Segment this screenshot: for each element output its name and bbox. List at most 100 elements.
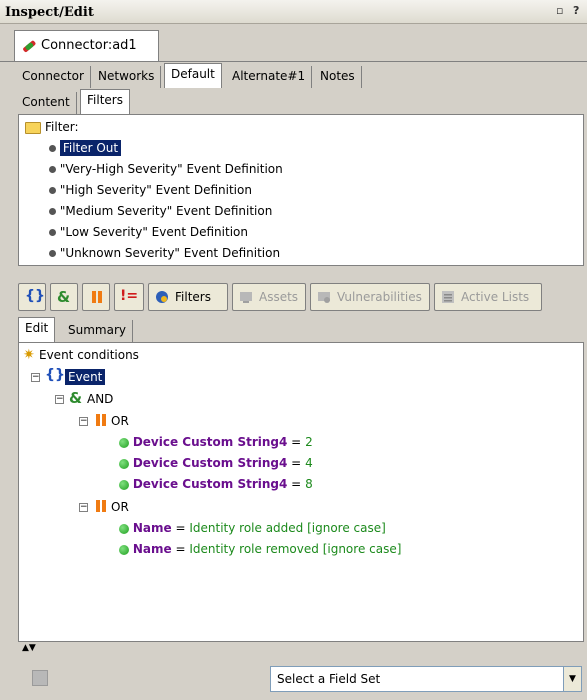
filter-item[interactable]: "Medium Severity" Event Definition xyxy=(49,204,272,218)
node-icon xyxy=(49,229,56,236)
condition-row[interactable]: Name = Identity role removed [ignore cas… xyxy=(119,542,401,556)
condition-icon xyxy=(119,458,129,469)
tab-content[interactable]: Content xyxy=(16,92,77,114)
assets-button-label: Assets xyxy=(259,290,299,304)
edit-tabs: Edit Summary xyxy=(18,316,584,342)
condition-field: Name xyxy=(132,521,172,535)
filter-item-label: "Unknown Severity" Event Definition xyxy=(59,246,281,260)
condition-field: Name xyxy=(132,542,172,556)
event-icon: {} xyxy=(45,367,65,383)
filter-item[interactable]: "Low Severity" Event Definition xyxy=(49,225,248,239)
condition-field: Device Custom String4 xyxy=(132,477,288,491)
condition-icon xyxy=(119,544,129,555)
condition-operator: = xyxy=(291,477,302,491)
main-tabs: Connector Networks Default Alternate#1 N… xyxy=(0,62,587,88)
or-node-label[interactable]: OR xyxy=(111,500,129,514)
condition-row[interactable]: Device Custom String4 = 4 xyxy=(119,456,313,470)
filter-item[interactable]: "Very-High Severity" Event Definition xyxy=(49,162,283,176)
node-icon xyxy=(49,250,56,257)
add-event-button[interactable]: {} xyxy=(18,283,46,311)
tab-connector[interactable]: Connector xyxy=(16,66,91,88)
active-lists-button[interactable]: Active Lists xyxy=(434,283,542,311)
assets-button[interactable]: Assets xyxy=(232,283,306,311)
condition-operator: = xyxy=(291,456,302,470)
add-or-button[interactable] xyxy=(82,283,110,311)
tab-default[interactable]: Default xyxy=(164,63,222,88)
bottom-splitter[interactable]: ▲▼ xyxy=(18,643,584,656)
not-icon: != xyxy=(120,288,139,304)
node-icon xyxy=(49,166,56,173)
condition-value: 8 xyxy=(305,477,313,491)
add-and-button[interactable]: & xyxy=(50,283,78,311)
condition-icon xyxy=(119,437,129,448)
node-icon xyxy=(49,208,56,215)
or-icon xyxy=(95,499,107,516)
window-titlebar: Inspect/Edit ▫ ? xyxy=(0,0,587,24)
sub-tabs: Content Filters xyxy=(0,88,587,114)
and-node-label[interactable]: AND xyxy=(87,392,113,406)
condition-value: Identity role added [ignore case] xyxy=(189,521,386,535)
field-set-value: Select a Field Set xyxy=(277,672,381,686)
tab-alternate1[interactable]: Alternate#1 xyxy=(226,66,313,88)
node-icon xyxy=(49,187,56,194)
collapse-icon[interactable]: − xyxy=(79,503,88,512)
filters-icon xyxy=(155,290,169,304)
filter-root-label: Filter: xyxy=(45,120,79,134)
tab-filters[interactable]: Filters xyxy=(80,89,130,114)
grid-icon[interactable] xyxy=(32,670,48,686)
bottom-bar: Select a Field Set ▼ xyxy=(18,658,584,700)
curly-braces-icon: {} xyxy=(25,288,45,304)
or-icon xyxy=(95,413,107,430)
condition-icon xyxy=(119,523,129,534)
folder-icon xyxy=(25,122,41,134)
add-not-button[interactable]: != xyxy=(114,283,144,311)
tab-networks[interactable]: Networks xyxy=(92,66,162,88)
tab-edit[interactable]: Edit xyxy=(18,317,56,342)
doc-tab-label: Connector:ad1 xyxy=(41,38,137,53)
filter-item[interactable]: Filter Out xyxy=(49,140,122,156)
condition-operator: = xyxy=(175,521,186,535)
restore-icon[interactable]: ▫ xyxy=(556,4,563,17)
and-icon: & xyxy=(69,389,83,407)
condition-field: Device Custom String4 xyxy=(132,456,288,470)
condition-value: 4 xyxy=(305,456,313,470)
tab-summary[interactable]: Summary xyxy=(62,320,133,342)
connector-icon xyxy=(23,40,36,52)
document-tab-row: Connector:ad1 xyxy=(0,24,587,62)
condition-operator: = xyxy=(291,435,302,449)
assets-icon xyxy=(239,290,253,304)
condition-row[interactable]: Device Custom String4 = 2 xyxy=(119,435,313,449)
field-set-select[interactable]: Select a Field Set ▼ xyxy=(270,666,582,692)
node-icon xyxy=(49,145,56,152)
filter-item-label: "Medium Severity" Event Definition xyxy=(59,204,273,218)
filter-item-label: "Low Severity" Event Definition xyxy=(59,225,248,239)
or-icon xyxy=(90,290,104,304)
chevron-down-icon[interactable]: ▼ xyxy=(563,667,581,691)
tab-notes[interactable]: Notes xyxy=(314,66,362,88)
conditions-root-label: Event conditions xyxy=(39,348,139,362)
filter-item[interactable]: "High Severity" Event Definition xyxy=(49,183,252,197)
filters-button-label: Filters xyxy=(175,290,211,304)
vulnerabilities-button[interactable]: Vulnerabilities xyxy=(310,283,430,311)
collapse-icon[interactable]: − xyxy=(55,395,64,404)
conditions-panel: ✷ Event conditions − {} Event − & AND − … xyxy=(18,342,584,642)
panel-splitter[interactable] xyxy=(0,266,587,276)
condition-row[interactable]: Device Custom String4 = 8 xyxy=(119,477,313,491)
expand-collapse-icon[interactable]: ▲▼ xyxy=(22,643,36,653)
event-node-label[interactable]: Event xyxy=(65,369,106,385)
or-node-label[interactable]: OR xyxy=(111,414,129,428)
filter-item-label: "Very-High Severity" Event Definition xyxy=(59,162,283,176)
condition-value: 2 xyxy=(305,435,313,449)
tab-connector-ad1[interactable]: Connector:ad1 xyxy=(14,30,159,61)
collapse-icon[interactable]: − xyxy=(79,417,88,426)
active-lists-button-label: Active Lists xyxy=(461,290,530,304)
help-icon[interactable]: ? xyxy=(573,4,579,17)
collapse-icon[interactable]: − xyxy=(31,373,40,382)
vulnerabilities-button-label: Vulnerabilities xyxy=(337,290,422,304)
condition-row[interactable]: Name = Identity role added [ignore case] xyxy=(119,521,386,535)
filter-item-label: Filter Out xyxy=(59,140,122,156)
condition-value: Identity role removed [ignore case] xyxy=(189,542,402,556)
filter-item[interactable]: "Unknown Severity" Event Definition xyxy=(49,246,280,260)
filters-button[interactable]: Filters xyxy=(148,283,228,311)
conditions-icon: ✷ xyxy=(23,347,35,363)
